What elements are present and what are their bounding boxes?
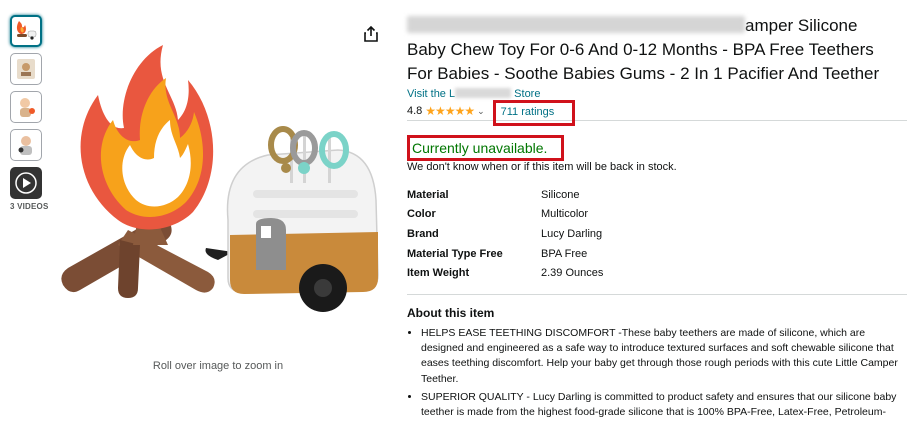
thumbnail-3[interactable] xyxy=(10,91,42,123)
spec-value: Lucy Darling xyxy=(541,227,603,240)
star-rating[interactable]: ★★★★★ xyxy=(425,104,475,118)
rating-value: 4.8 xyxy=(407,105,423,117)
spec-value: 2.39 Ounces xyxy=(541,267,604,280)
spec-key: Color xyxy=(407,208,436,221)
spec-value: BPA Free xyxy=(541,247,588,260)
list-item: SUPERIOR QUALITY - Lucy Darling is commi… xyxy=(421,390,907,421)
spec-value: Multicolor xyxy=(541,208,589,221)
product-title-line-1: amper Silicone xyxy=(407,14,907,38)
product-title-line-2: Baby Chew Toy For 0-6 And 0-12 Months - … xyxy=(407,40,874,59)
main-product-image[interactable] xyxy=(58,40,388,340)
list-item: HELPS EASE TEETHING DISCOMFORT -These ba… xyxy=(421,326,907,387)
spec-row: Material Type Free BPA Free xyxy=(407,244,603,264)
product-title-line-3: For Babies - Soothe Babies Gums - 2 In 1… xyxy=(407,64,880,83)
video-count-label: 3 VIDEOS xyxy=(10,202,49,211)
availability-highlight-box: Currently unavailable. xyxy=(407,135,565,161)
title-line-1-text: amper Silicone xyxy=(745,16,858,35)
spec-key: Material Type Free xyxy=(407,247,503,260)
about-bullets: HELPS EASE TEETHING DISCOMFORT -These ba… xyxy=(407,326,907,421)
spec-row: Material Silicone xyxy=(407,185,603,205)
availability-status: Currently unavailable. xyxy=(412,140,548,156)
thumbnail-2[interactable] xyxy=(10,53,42,85)
divider xyxy=(407,293,907,295)
divider xyxy=(407,120,907,121)
visit-store-link[interactable]: Visit the L Store xyxy=(407,88,907,101)
about-heading: About this item xyxy=(407,305,495,320)
rating-row: 4.8 ★★★★★ ⌄ 711 ratings xyxy=(407,100,907,126)
store-link-prefix: Visit the L xyxy=(407,88,456,100)
thumbnail-column: 3 VIDEOS xyxy=(10,15,50,211)
spec-row: Color Multicolor xyxy=(407,205,603,225)
store-link-suffix: Store xyxy=(514,88,541,100)
ratings-highlight-box: 711 ratings xyxy=(492,100,576,126)
spec-row: Item Weight 2.39 Ounces xyxy=(407,263,603,283)
spec-key: Item Weight xyxy=(407,267,470,280)
spec-key: Brand xyxy=(407,227,439,240)
product-title: amper Silicone Baby Chew Toy For 0-6 And… xyxy=(407,14,907,86)
spec-key: Material xyxy=(407,188,449,201)
thumbnail-video[interactable] xyxy=(10,167,42,199)
ratings-count-link[interactable]: 711 ratings xyxy=(501,106,555,118)
chevron-down-icon[interactable]: ⌄ xyxy=(477,106,485,117)
camper-teether xyxy=(205,126,379,312)
thumbnail-1[interactable] xyxy=(10,15,42,47)
play-icon xyxy=(15,172,37,194)
availability-note: We don't know when or if this item will … xyxy=(407,161,677,173)
redacted-store-name xyxy=(455,88,512,98)
thumbnail-4[interactable] xyxy=(10,129,42,161)
redacted-title-text xyxy=(407,16,745,33)
product-photo-thumbnail-icon xyxy=(17,59,35,79)
product-info: amper Silicone Baby Chew Toy For 0-6 And… xyxy=(407,14,907,421)
baby-photo-thumbnail-icon xyxy=(18,136,32,155)
share-icon[interactable] xyxy=(362,25,380,43)
spec-table: Material Silicone Color Multicolor Brand Lu… xyxy=(407,185,603,283)
zoom-hint: Roll over image to zoom in xyxy=(152,360,284,372)
campfire-thumbnail-icon xyxy=(16,21,37,40)
spec-value: Silicone xyxy=(541,188,580,201)
spec-row: Brand Lucy Darling xyxy=(407,224,603,244)
baby-photo-thumbnail-icon xyxy=(20,98,35,117)
